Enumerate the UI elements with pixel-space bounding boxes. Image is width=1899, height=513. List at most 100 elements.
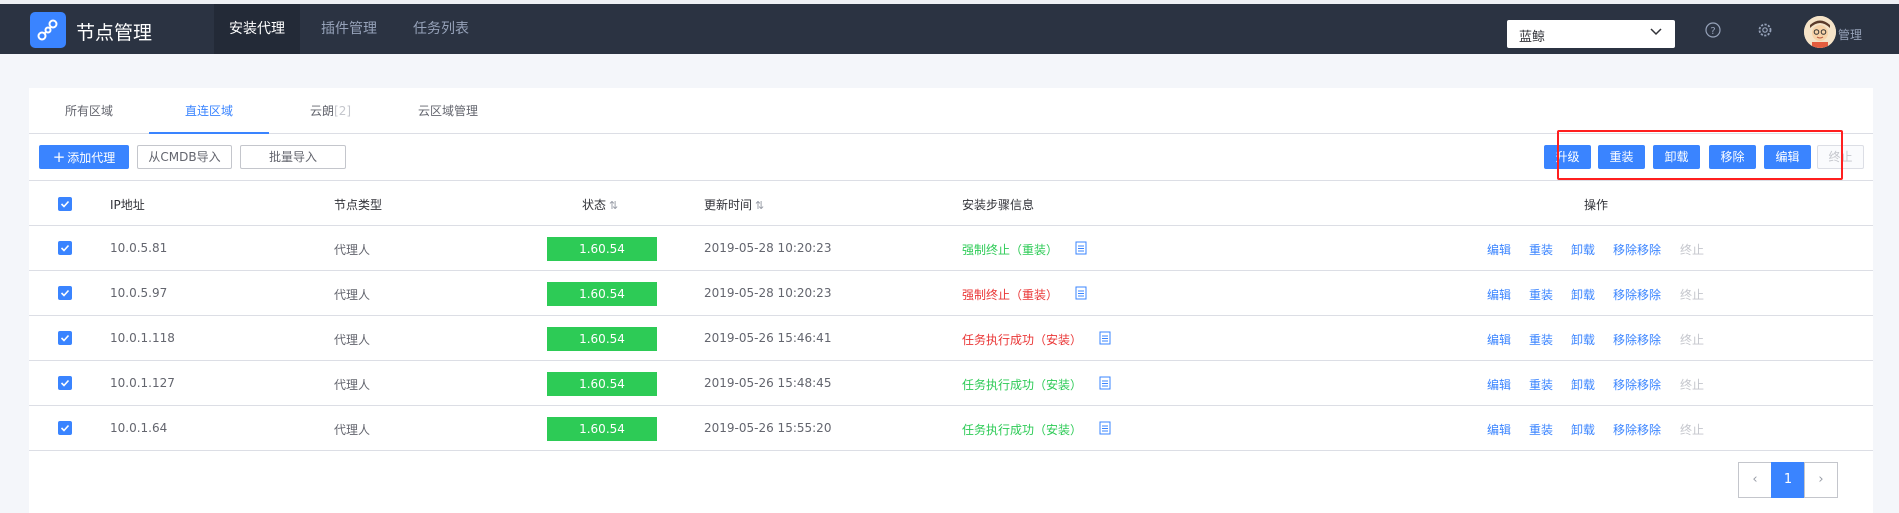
row-uninstall-link[interactable]: 卸载 bbox=[1571, 421, 1595, 438]
page-1-button[interactable]: 1 bbox=[1771, 462, 1805, 498]
cell-ip: 10.0.5.97 bbox=[110, 286, 168, 300]
header-status[interactable]: 状态 ⇅ bbox=[582, 196, 618, 213]
row-remove-link[interactable]: 移除移除 bbox=[1613, 376, 1661, 393]
header-install-steps: 安装步骤信息 bbox=[962, 198, 1035, 212]
cell-install-step: 任务执行成功（安装） bbox=[962, 378, 1083, 392]
batch-import-button[interactable]: 批量导入 bbox=[240, 145, 346, 169]
row-terminate-link[interactable]: 终止 bbox=[1680, 241, 1704, 258]
row-checkbox[interactable] bbox=[58, 421, 72, 435]
row-reinstall-link[interactable]: 重装 bbox=[1529, 331, 1553, 348]
app-title: 节点管理 bbox=[76, 22, 153, 44]
version-badge: 1.60.54 bbox=[547, 417, 657, 441]
table-row: 10.0.5.97 代理人 1.60.54 2019-05-28 10:20:2… bbox=[29, 271, 1873, 316]
chevron-down-icon bbox=[1649, 24, 1663, 41]
user-name: 管理 bbox=[1838, 28, 1863, 42]
highlight-box bbox=[1557, 130, 1843, 180]
row-edit-link[interactable]: 编辑 bbox=[1487, 331, 1511, 348]
tab-yunlang[interactable]: 云朗[2] bbox=[310, 101, 351, 131]
region-select-value: 蓝鲸 bbox=[1519, 30, 1546, 45]
row-edit-link[interactable]: 编辑 bbox=[1487, 376, 1511, 393]
row-edit-link[interactable]: 编辑 bbox=[1487, 421, 1511, 438]
row-terminate-link[interactable]: 终止 bbox=[1680, 421, 1704, 438]
header-operations: 操作 bbox=[1584, 198, 1609, 212]
cell-ip: 10.0.1.127 bbox=[110, 376, 175, 390]
header-update-time[interactable]: 更新时间 ⇅ bbox=[704, 196, 764, 213]
version-badge: 1.60.54 bbox=[547, 237, 657, 261]
log-document-icon[interactable] bbox=[1075, 286, 1087, 303]
cell-node-type: 代理人 bbox=[334, 423, 371, 437]
row-checkbox[interactable] bbox=[58, 331, 72, 345]
log-document-icon[interactable] bbox=[1099, 376, 1111, 393]
tab-all-regions[interactable]: 所有区域 bbox=[65, 101, 113, 131]
tab-direct-region[interactable]: 直连区域 bbox=[185, 101, 233, 131]
cell-update-time: 2019-05-26 15:55:20 bbox=[704, 421, 832, 435]
prev-page-button[interactable]: ‹ bbox=[1738, 462, 1772, 498]
svg-text:?: ? bbox=[1710, 26, 1715, 37]
sort-icon[interactable]: ⇅ bbox=[609, 199, 618, 212]
table-row: 10.0.5.81 代理人 1.60.54 2019-05-28 10:20:2… bbox=[29, 226, 1873, 271]
row-terminate-link[interactable]: 终止 bbox=[1680, 286, 1704, 303]
row-reinstall-link[interactable]: 重装 bbox=[1529, 286, 1553, 303]
cell-update-time: 2019-05-28 10:20:23 bbox=[704, 286, 832, 300]
row-edit-link[interactable]: 编辑 bbox=[1487, 241, 1511, 258]
log-document-icon[interactable] bbox=[1099, 421, 1111, 438]
row-remove-link[interactable]: 移除移除 bbox=[1613, 421, 1661, 438]
table-row: 10.0.1.127 代理人 1.60.54 2019-05-26 15:48:… bbox=[29, 361, 1873, 406]
cell-node-type: 代理人 bbox=[334, 378, 371, 392]
cell-ip: 10.0.1.118 bbox=[110, 331, 175, 345]
tab-cloud-region-management[interactable]: 云区域管理 bbox=[418, 101, 478, 131]
log-document-icon[interactable] bbox=[1075, 241, 1087, 258]
table-header: IP地址 节点类型 状态 ⇅ 更新时间 ⇅ 安装步骤信息 操作 bbox=[29, 180, 1873, 226]
cell-node-type: 代理人 bbox=[334, 243, 371, 257]
cell-install-step: 任务执行成功（安装） bbox=[962, 423, 1083, 437]
row-uninstall-link[interactable]: 卸载 bbox=[1571, 241, 1595, 258]
row-checkbox[interactable] bbox=[58, 376, 72, 390]
row-remove-link[interactable]: 移除移除 bbox=[1613, 331, 1661, 348]
header-node-type: 节点类型 bbox=[334, 198, 383, 212]
active-tab-indicator bbox=[149, 132, 269, 134]
nav-plugin-management[interactable]: 插件管理 bbox=[306, 4, 392, 54]
import-from-cmdb-button[interactable]: 从CMDB导入 bbox=[137, 145, 232, 169]
next-page-button[interactable]: › bbox=[1804, 462, 1838, 498]
row-terminate-link[interactable]: 终止 bbox=[1680, 331, 1704, 348]
row-checkbox[interactable] bbox=[58, 286, 72, 300]
cell-install-step: 强制终止（重装） bbox=[962, 243, 1059, 257]
version-badge: 1.60.54 bbox=[547, 327, 657, 351]
version-badge: 1.60.54 bbox=[547, 372, 657, 396]
tab-count-badge: [2] bbox=[334, 104, 352, 118]
row-remove-link[interactable]: 移除移除 bbox=[1613, 286, 1661, 303]
nav-install-agent[interactable]: 安装代理 bbox=[214, 4, 300, 54]
row-uninstall-link[interactable]: 卸载 bbox=[1571, 286, 1595, 303]
cell-install-step: 强制终止（重装） bbox=[962, 288, 1059, 302]
version-badge: 1.60.54 bbox=[547, 282, 657, 306]
gear-icon[interactable] bbox=[1757, 22, 1773, 41]
add-agent-button[interactable]: + 添加代理 bbox=[39, 145, 129, 169]
nav-task-list[interactable]: 任务列表 bbox=[398, 4, 484, 54]
row-uninstall-link[interactable]: 卸载 bbox=[1571, 376, 1595, 393]
sort-icon[interactable]: ⇅ bbox=[755, 199, 764, 212]
row-uninstall-link[interactable]: 卸载 bbox=[1571, 331, 1595, 348]
header-ip: IP地址 bbox=[110, 198, 145, 212]
row-terminate-link[interactable]: 终止 bbox=[1680, 376, 1704, 393]
select-all-checkbox[interactable] bbox=[58, 197, 72, 211]
app-logo-icon bbox=[30, 12, 66, 48]
region-select[interactable]: 蓝鲸 bbox=[1507, 20, 1675, 48]
cell-install-step: 任务执行成功（安装） bbox=[962, 333, 1083, 347]
row-edit-link[interactable]: 编辑 bbox=[1487, 286, 1511, 303]
cell-ip: 10.0.5.81 bbox=[110, 241, 168, 255]
row-checkbox[interactable] bbox=[58, 241, 72, 255]
log-document-icon[interactable] bbox=[1099, 331, 1111, 348]
cell-node-type: 代理人 bbox=[334, 333, 371, 347]
cell-update-time: 2019-05-26 15:46:41 bbox=[704, 331, 832, 345]
row-reinstall-link[interactable]: 重装 bbox=[1529, 376, 1553, 393]
avatar[interactable] bbox=[1804, 16, 1836, 48]
cell-update-time: 2019-05-28 10:20:23 bbox=[704, 241, 832, 255]
row-remove-link[interactable]: 移除移除 bbox=[1613, 241, 1661, 258]
cell-update-time: 2019-05-26 15:48:45 bbox=[704, 376, 832, 390]
top-bar: 节点管理 安装代理 插件管理 任务列表 蓝鲸 ? 管理 bbox=[0, 0, 1899, 54]
table-row: 10.0.1.64 代理人 1.60.54 2019-05-26 15:55:2… bbox=[29, 406, 1873, 451]
help-icon[interactable]: ? bbox=[1705, 22, 1721, 41]
cell-node-type: 代理人 bbox=[334, 288, 371, 302]
row-reinstall-link[interactable]: 重装 bbox=[1529, 421, 1553, 438]
row-reinstall-link[interactable]: 重装 bbox=[1529, 241, 1553, 258]
